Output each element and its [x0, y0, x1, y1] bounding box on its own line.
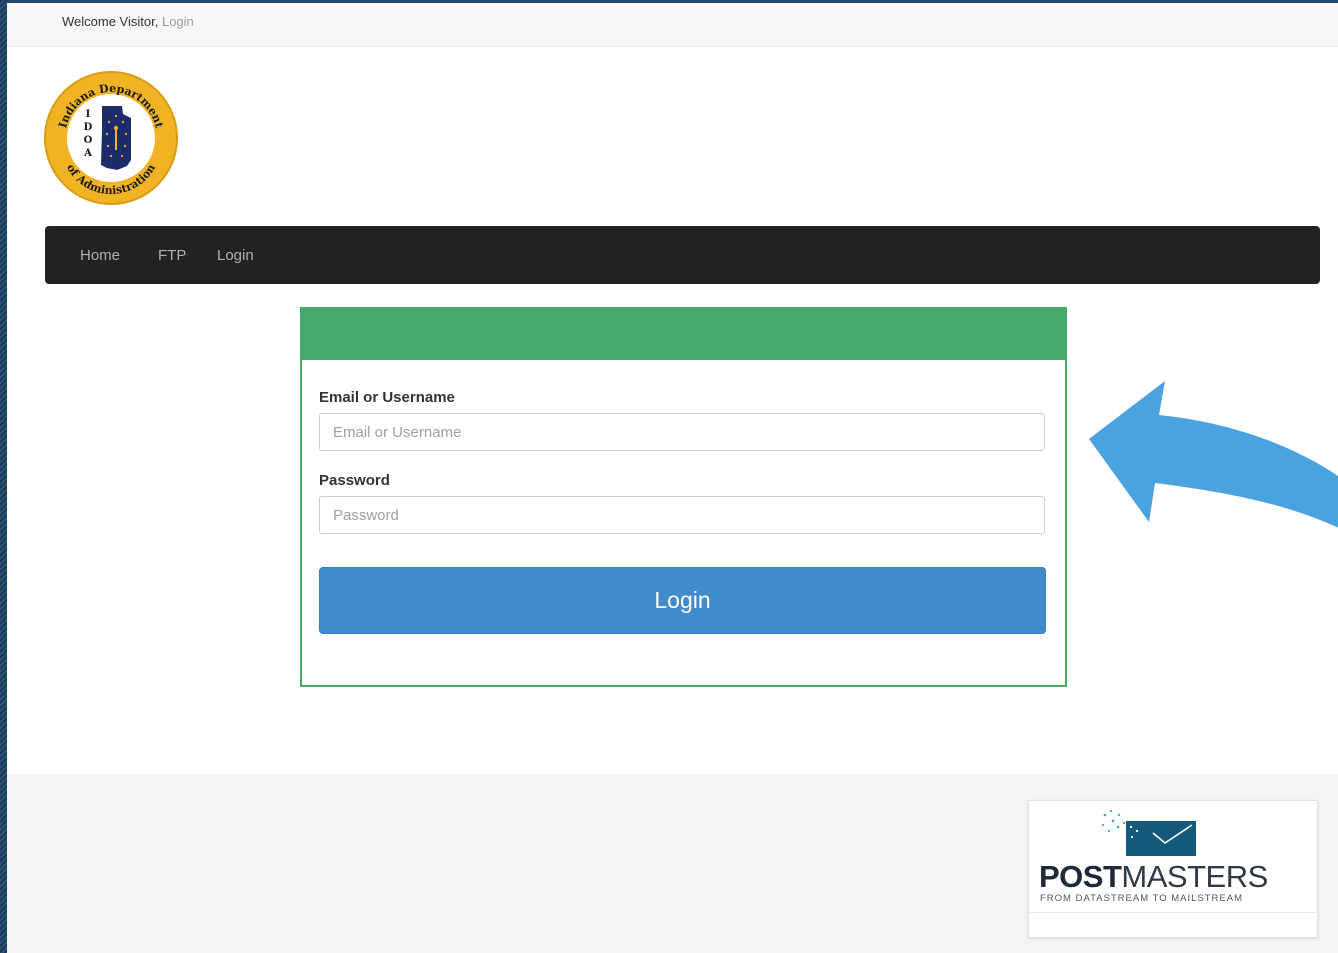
nav-item-ftp[interactable]: FTP	[158, 247, 186, 264]
seal-letter-o: O	[84, 135, 93, 146]
brand-bold-text: POST	[1039, 859, 1122, 894]
main-navbar: Home FTP Login	[45, 226, 1320, 284]
password-input[interactable]	[319, 496, 1045, 534]
email-input[interactable]	[319, 413, 1045, 451]
postmasters-wordmark: POSTMASTERS	[1039, 859, 1268, 895]
window-frame-left	[0, 0, 7, 953]
brand-rest-text: MASTERS	[1121, 859, 1268, 894]
seal-letter-a: A	[83, 148, 92, 159]
password-label: Password	[319, 472, 390, 489]
page: Welcome Visitor, Login Indiana Departmen…	[7, 3, 1338, 953]
postmasters-tagline: FROM DATASTREAM TO MAILSTREAM	[1040, 893, 1244, 904]
pointing-arrow-icon	[1089, 381, 1338, 528]
welcome-text: Welcome Visitor,	[62, 14, 159, 29]
envelope-icon	[1101, 809, 1196, 856]
email-label: Email or Username	[319, 389, 455, 406]
idoa-seal-logo: Indiana Department of Administration I D…	[44, 71, 178, 205]
postmasters-logo: POSTMASTERS FROM DATASTREAM TO MAILSTREA…	[1028, 800, 1318, 938]
seal-letter-i: I	[86, 109, 91, 120]
footer: POSTMASTERS FROM DATASTREAM TO MAILSTREA…	[7, 774, 1338, 953]
nav-item-home[interactable]: Home	[80, 247, 120, 264]
top-bar: Welcome Visitor, Login	[7, 3, 1338, 47]
seal-letter-d: D	[84, 122, 93, 133]
login-panel-header	[302, 309, 1065, 360]
logo-divider	[1029, 912, 1317, 913]
nav-item-login[interactable]: Login	[217, 247, 254, 264]
login-submit-button[interactable]: Login	[319, 567, 1046, 634]
top-login-link[interactable]: Login	[162, 14, 194, 29]
welcome-message: Welcome Visitor, Login	[62, 14, 194, 29]
login-panel: Email or Username Password Login	[300, 307, 1067, 687]
